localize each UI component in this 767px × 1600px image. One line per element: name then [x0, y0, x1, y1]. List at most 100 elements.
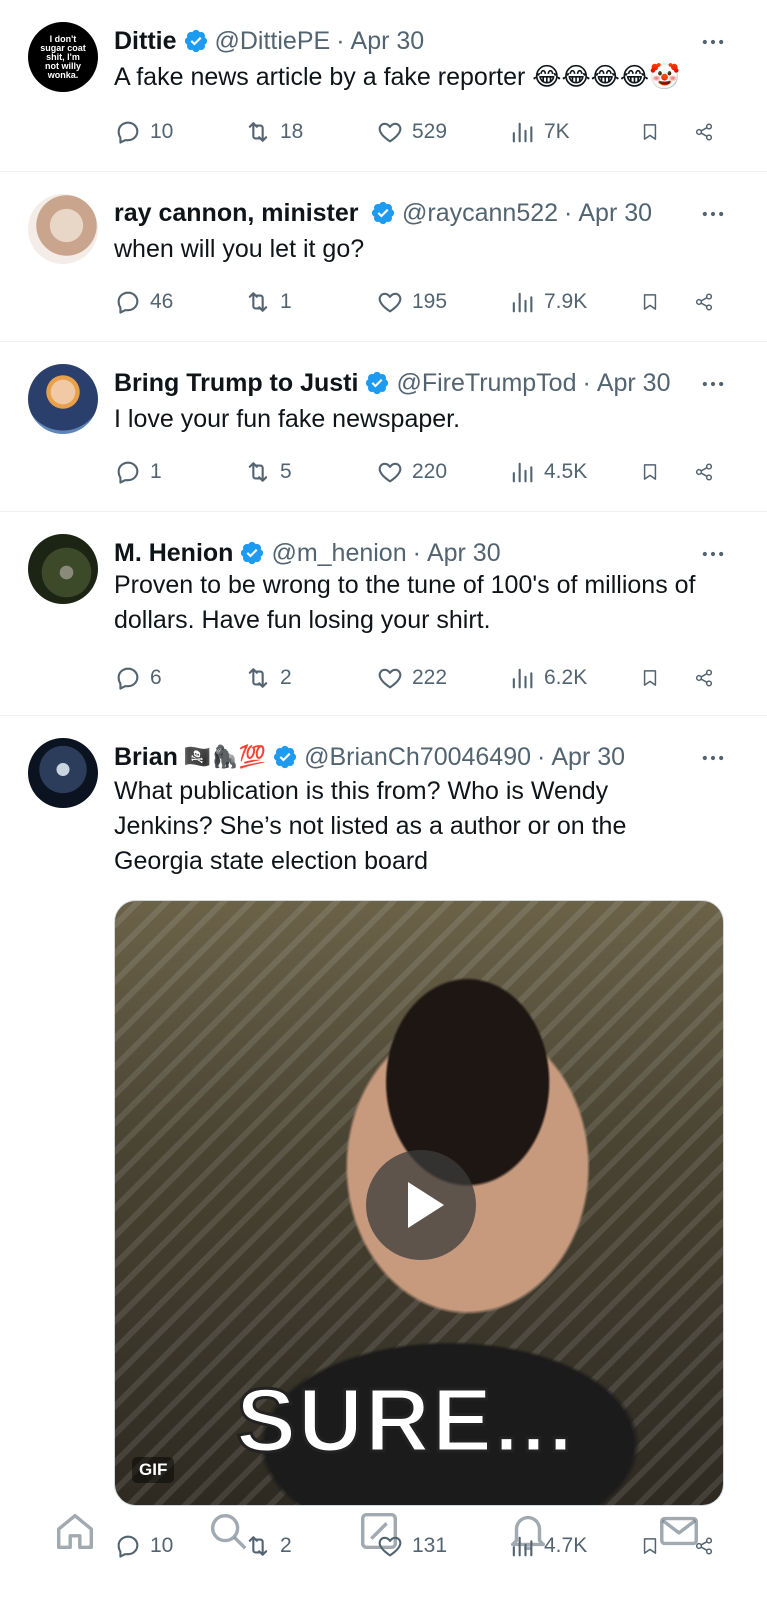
avatar[interactable] [28, 364, 98, 434]
author-name[interactable]: M. Henion [114, 539, 233, 568]
reply-count: 46 [150, 290, 174, 313]
like-icon [376, 458, 404, 486]
repost-button[interactable]: 5 [244, 454, 292, 490]
tweet[interactable]: Bring Trump to Justi @FireTrumpTod · Apr… [0, 342, 767, 512]
bookmark-icon [640, 664, 660, 692]
share-button[interactable] [694, 114, 722, 150]
repost-count: 1 [280, 290, 292, 313]
gif-caption: SURE... [234, 1370, 576, 1473]
view-count: 7K [544, 120, 570, 143]
tweet[interactable]: ray cannon, minister c @raycann522 · Apr… [0, 172, 767, 342]
tweet-date[interactable]: Apr 30 [597, 369, 671, 398]
notifications-icon[interactable] [505, 1508, 551, 1554]
verified-badge-icon [239, 540, 265, 566]
repost-button[interactable]: 1 [244, 284, 292, 320]
repost-count: 18 [280, 120, 304, 143]
tweet-text: What publication is this from? Who is We… [114, 777, 627, 875]
more-icon[interactable] [699, 28, 727, 56]
share-icon [694, 118, 714, 146]
bookmark-icon [640, 288, 660, 316]
repost-button[interactable]: 2 [244, 660, 292, 696]
avatar[interactable]: I don't sugar coat shit, I'm not willy w… [28, 22, 98, 92]
author-handle[interactable]: @FireTrumpTod [396, 369, 576, 398]
author-name[interactable]: ray cannon, minister c [114, 199, 364, 228]
tweet[interactable]: M. Henion @m_henion · Apr 30 Proven to b… [0, 512, 767, 716]
like-count: 529 [412, 120, 448, 143]
play-button[interactable] [366, 1150, 476, 1260]
repost-icon [244, 458, 272, 486]
more-icon[interactable] [699, 540, 727, 568]
like-button[interactable]: 222 [376, 660, 447, 696]
compose-icon[interactable] [356, 1508, 402, 1554]
avatar[interactable] [28, 738, 98, 808]
like-count: 195 [412, 290, 448, 313]
view-count: 7.9K [544, 290, 588, 313]
share-button[interactable] [694, 660, 722, 696]
tweet-date[interactable]: Apr 30 [351, 27, 425, 56]
repost-count: 2 [280, 666, 292, 689]
separator: · [412, 538, 421, 567]
views-icon [508, 118, 536, 146]
reply-icon [114, 288, 142, 316]
reply-icon [114, 664, 142, 692]
share-button[interactable] [694, 284, 722, 320]
share-icon [694, 288, 714, 316]
repost-icon [244, 118, 272, 146]
views-button[interactable]: 7.9K [508, 284, 587, 320]
bookmark-button[interactable] [640, 660, 668, 696]
share-icon [694, 664, 714, 692]
author-name[interactable]: Brian [114, 743, 178, 772]
reply-count: 10 [150, 120, 174, 143]
like-button[interactable]: 529 [376, 114, 447, 150]
avatar[interactable] [28, 194, 98, 264]
reply-icon [114, 458, 142, 486]
reply-icon [114, 118, 142, 146]
reply-button[interactable]: 46 [114, 284, 173, 320]
more-icon[interactable] [699, 200, 727, 228]
search-icon[interactable] [205, 1508, 251, 1554]
verified-badge-icon [183, 28, 209, 54]
avatar[interactable] [28, 534, 98, 604]
avatar-text: I don't sugar coat shit, I'm not willy w… [40, 33, 86, 80]
author-handle[interactable]: @m_henion [271, 539, 406, 568]
like-button[interactable]: 195 [376, 284, 447, 320]
tweet-date[interactable]: Apr 30 [551, 743, 625, 772]
author-handle[interactable]: @BrianCh70046490 [304, 743, 531, 772]
more-icon[interactable] [699, 370, 727, 398]
like-button[interactable]: 220 [376, 454, 447, 490]
author-handle[interactable]: @raycann522 [402, 199, 558, 228]
tweet-text: when will you let it go? [114, 235, 365, 263]
views-button[interactable]: 4.5K [508, 454, 587, 490]
bookmark-button[interactable] [640, 454, 668, 490]
share-button[interactable] [694, 454, 722, 490]
verified-badge-icon [370, 200, 396, 226]
bookmark-icon [640, 458, 660, 486]
repost-icon [244, 288, 272, 316]
author-handle[interactable]: @DittiePE [215, 27, 331, 56]
views-button[interactable]: 6.2K [508, 660, 587, 696]
reply-button[interactable]: 10 [114, 114, 173, 150]
bookmark-button[interactable] [640, 114, 668, 150]
tweet[interactable]: I don't sugar coat shit, I'm not willy w… [0, 0, 767, 172]
home-icon[interactable] [52, 1508, 98, 1554]
author-name[interactable]: Bring Trump to Justi [114, 369, 358, 398]
tweet-date[interactable]: Apr 30 [427, 539, 501, 568]
tweet-text: I love your fun fake newspaper. [114, 405, 461, 433]
tweet-date[interactable]: Apr 30 [578, 199, 652, 228]
reply-button[interactable]: 6 [114, 660, 162, 696]
reply-count: 1 [150, 460, 162, 483]
like-count: 220 [412, 460, 448, 483]
repost-button[interactable]: 18 [244, 114, 303, 150]
reply-button[interactable]: 1 [114, 454, 162, 490]
views-icon [508, 288, 536, 316]
like-icon [376, 664, 404, 692]
more-icon[interactable] [699, 744, 727, 772]
separator: · [564, 198, 573, 227]
bookmark-button[interactable] [640, 284, 668, 320]
verified-badge-icon [364, 370, 390, 396]
author-name[interactable]: Dittie [114, 27, 177, 56]
messages-icon[interactable] [656, 1508, 702, 1554]
views-button[interactable]: 7K [508, 114, 570, 150]
repost-count: 5 [280, 460, 292, 483]
like-icon [376, 288, 404, 316]
